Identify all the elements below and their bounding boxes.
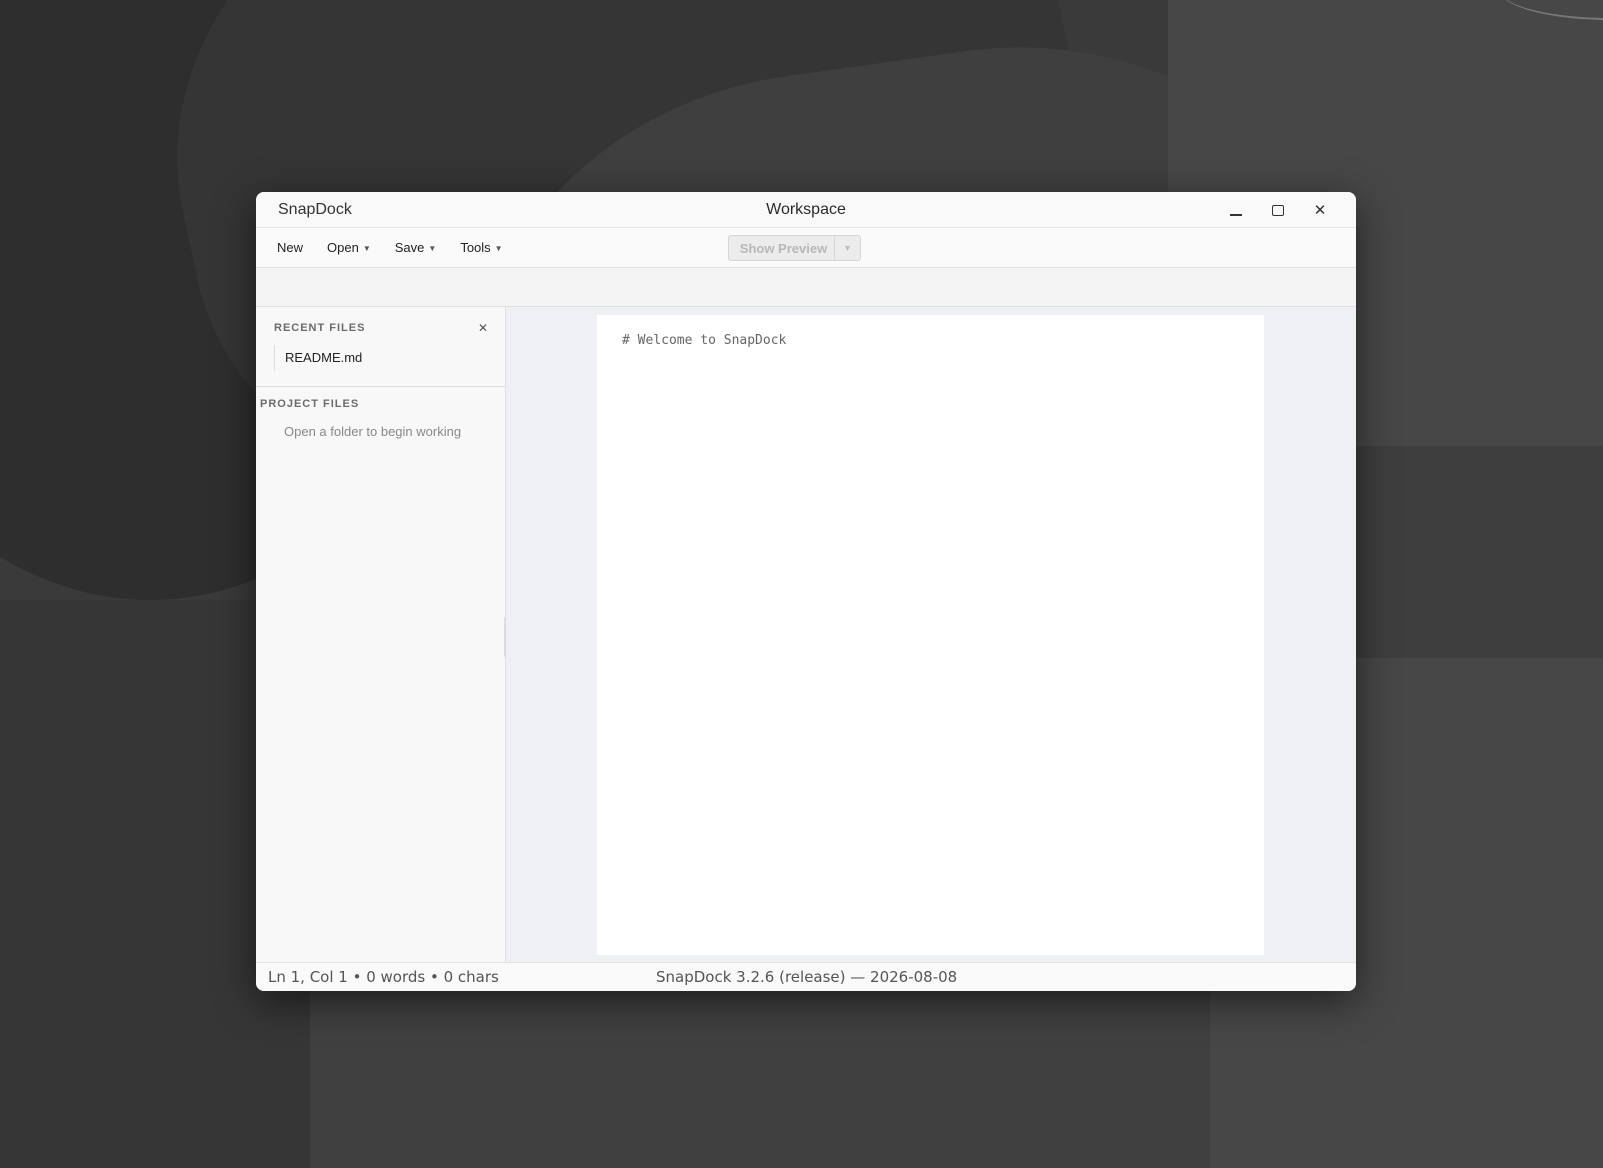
maximize-button[interactable]	[1266, 198, 1290, 222]
recent-files-header: RECENT FILES ✕	[274, 321, 489, 335]
close-icon: ✕	[1313, 201, 1327, 219]
cursor-position-status: Ln 1, Col 1 • 0 words • 0 chars	[268, 968, 499, 986]
chevron-down-icon: ▼	[428, 244, 437, 253]
tools-label: Tools	[460, 240, 491, 255]
recent-file-item[interactable]: README.md	[274, 345, 489, 371]
project-empty-message: Open a folder to begin working	[284, 424, 462, 439]
chevron-down-icon: ▼	[843, 243, 852, 253]
save-label: Save	[394, 240, 425, 255]
chevron-down-icon: ▼	[494, 244, 503, 253]
preview-dropdown-toggle[interactable]: ▼	[834, 236, 860, 260]
maximize-icon	[1272, 204, 1284, 216]
open-label: Open	[327, 240, 359, 255]
show-preview-button[interactable]: Show Preview	[729, 241, 834, 256]
title-bar[interactable]: SnapDock Workspace ✕	[256, 192, 1356, 228]
new-label: New	[277, 240, 304, 255]
save-menu[interactable]: Save ▼	[383, 240, 449, 255]
minimize-button[interactable]	[1224, 198, 1248, 222]
project-files-section: PROJECT FILES Open a folder to begin wor…	[256, 387, 505, 439]
app-name: SnapDock	[278, 200, 352, 218]
close-button[interactable]: ✕	[1308, 198, 1332, 222]
main-area: RECENT FILES ✕ README.md PROJECT FILES O…	[256, 307, 1356, 962]
open-menu[interactable]: Open ▼	[315, 240, 383, 255]
window-title: Workspace	[766, 200, 846, 218]
window-controls: ✕	[1224, 192, 1332, 228]
sidebar: RECENT FILES ✕ README.md PROJECT FILES O…	[256, 307, 507, 962]
app-window: SnapDock Workspace ✕ New Open ▼ Save ▼ T	[256, 192, 1356, 991]
recent-files-section: RECENT FILES ✕ README.md	[256, 307, 505, 387]
new-button[interactable]: New	[265, 240, 315, 255]
status-bar: Ln 1, Col 1 • 0 words • 0 chars SnapDock…	[256, 962, 1356, 991]
recent-files-heading: RECENT FILES	[274, 322, 366, 334]
toolbar: New Open ▼ Save ▼ Tools ▼ Show Preview ▼	[256, 228, 1356, 268]
tools-menu[interactable]: Tools ▼	[448, 240, 514, 255]
show-preview-split-button[interactable]: Show Preview ▼	[728, 235, 861, 261]
close-icon[interactable]: ✕	[478, 321, 489, 335]
project-files-heading: PROJECT FILES	[260, 398, 360, 410]
minimize-icon	[1230, 214, 1242, 216]
editor-page[interactable]: # Welcome to SnapDock	[597, 315, 1264, 955]
editor-area: # Welcome to SnapDock	[506, 307, 1356, 962]
editor-content[interactable]: # Welcome to SnapDock	[622, 333, 1239, 348]
version-status: SnapDock 3.2.6 (release) — 2026-08-08	[656, 968, 958, 986]
chevron-down-icon: ▼	[362, 244, 371, 253]
secondary-toolbar	[256, 268, 1356, 307]
